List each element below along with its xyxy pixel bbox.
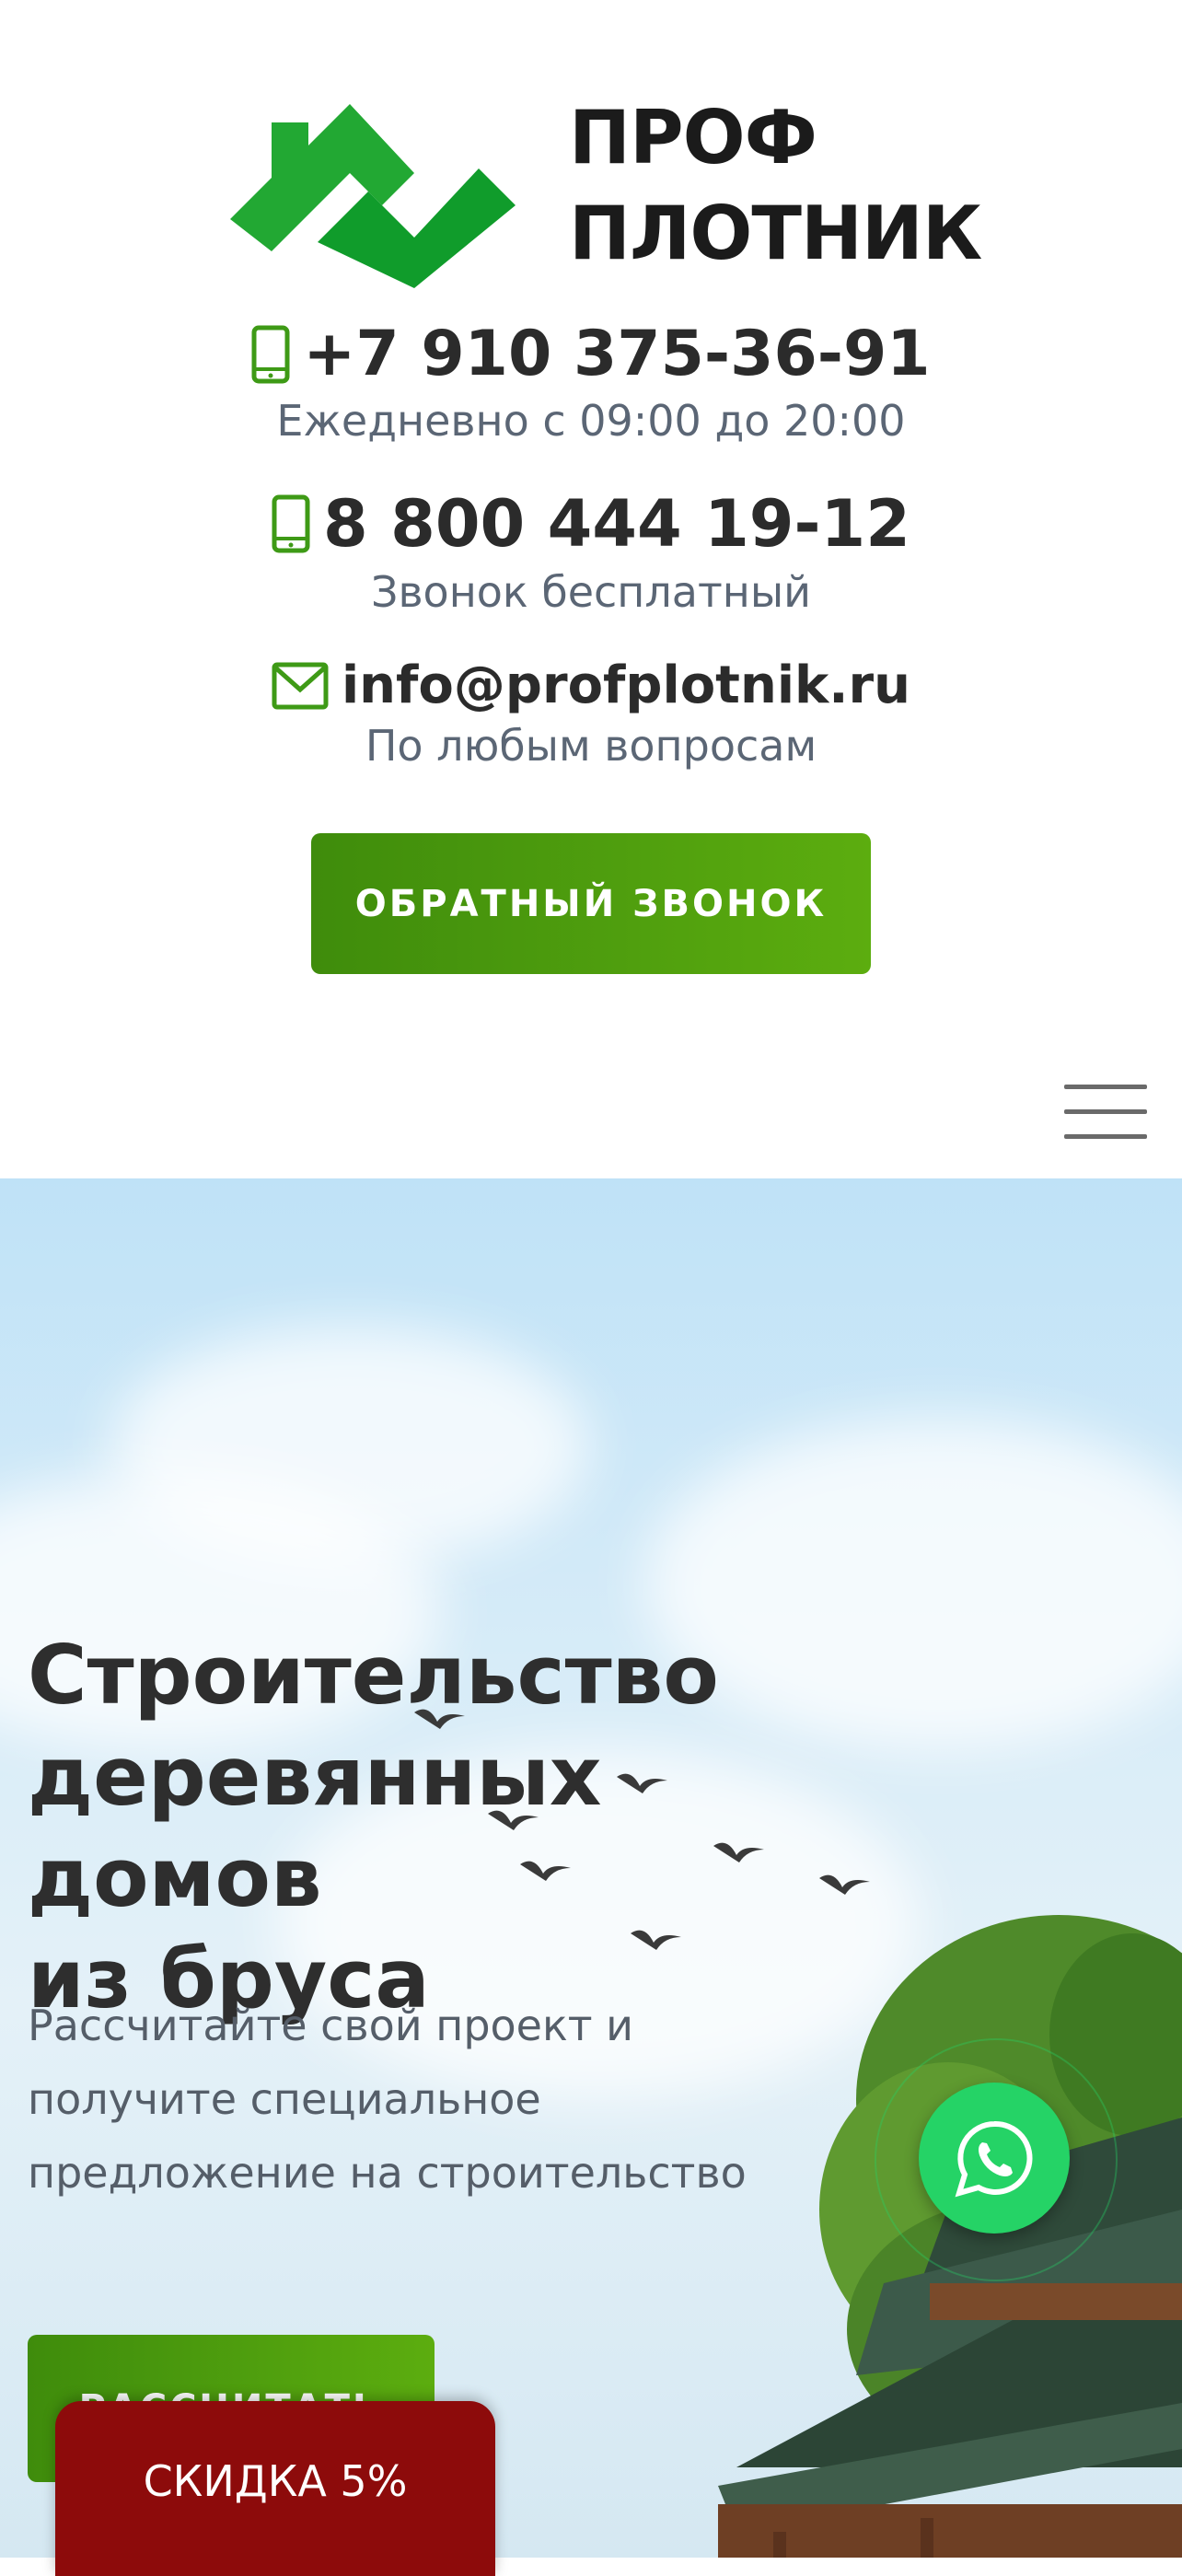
whatsapp-icon: [955, 2120, 1033, 2198]
mail-icon: [272, 662, 329, 709]
hero-subtitle-line: Рассчитайте свой проект и: [28, 2001, 634, 2050]
hero-subtitle-line: получите специальное: [28, 2074, 541, 2124]
phone-icon: [251, 325, 290, 383]
discount-tab[interactable]: СКИДКА 5%: [55, 2401, 495, 2576]
logo-mark-icon: [230, 104, 516, 288]
hero-subtitle-line: предложение на строительство: [28, 2148, 747, 2198]
phone-hours: Ежедневно с 09:00 до 20:00: [276, 396, 906, 446]
whatsapp-button[interactable]: [919, 2083, 1070, 2234]
hero-title-line: Строительство: [28, 1628, 719, 1723]
hero-subtitle: Рассчитайте свой проект и получите специ…: [28, 1989, 782, 2210]
hero-section: Строительство деревянных домов из бруса …: [0, 1178, 1182, 2558]
logo-line-2: ПЛОТНИК: [569, 191, 982, 276]
contact-email: info@profplotnik.ru По любым вопросам: [0, 656, 1182, 771]
tollfree-number-link[interactable]: 8 800 444 19-12: [323, 486, 910, 562]
contact-phone-1: +7 910 375-36-91 Ежедневно с 09:00 до 20…: [0, 318, 1182, 446]
hero-title: Строительство деревянных домов из бруса: [28, 1625, 856, 2030]
contact-phone-2: 8 800 444 19-12 Звонок бесплатный: [0, 486, 1182, 617]
phone-number-link[interactable]: +7 910 375-36-91: [303, 318, 930, 390]
hamburger-menu-icon[interactable]: [1064, 1085, 1147, 1143]
logo[interactable]: ПРОФ ПЛОТНИК: [230, 81, 982, 288]
site-header: ПРОФ ПЛОТНИК +7 910 375-36-91 Ежедневно …: [0, 0, 1182, 1178]
email-link[interactable]: info@profplotnik.ru: [342, 656, 910, 715]
callback-button[interactable]: ОБРАТНЫЙ ЗВОНОК: [311, 833, 871, 974]
phone-icon: [272, 494, 310, 553]
logo-line-1: ПРОФ: [569, 95, 817, 180]
email-note: По любым вопросам: [365, 721, 817, 771]
hero-title-line: деревянных домов: [28, 1729, 602, 1925]
tollfree-note: Звонок бесплатный: [370, 567, 812, 617]
logo-text: ПРОФ ПЛОТНИК: [569, 90, 982, 282]
